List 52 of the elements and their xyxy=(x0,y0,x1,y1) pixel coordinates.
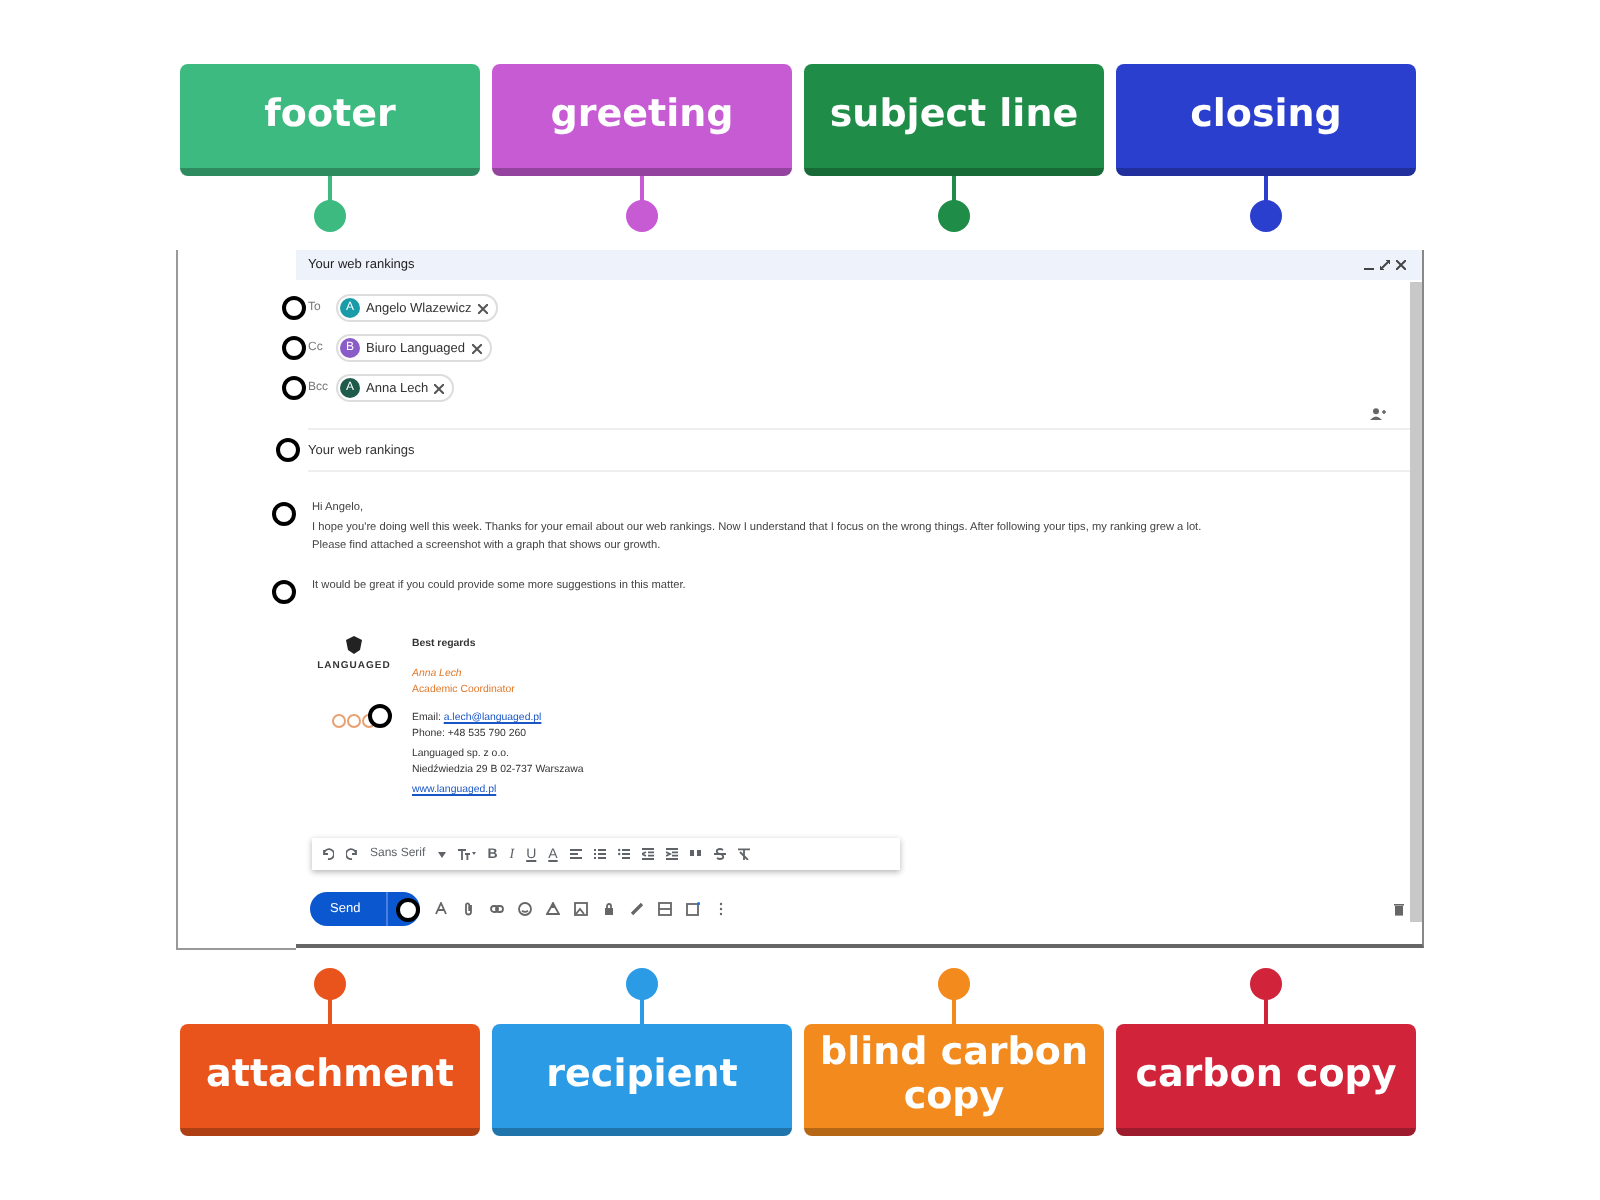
strikethrough-icon[interactable] xyxy=(713,848,726,860)
link-icon[interactable] xyxy=(490,902,505,916)
emoji-icon[interactable] xyxy=(518,902,533,916)
pin-icon xyxy=(310,176,350,234)
logo-icon xyxy=(344,636,364,654)
pin-icon xyxy=(1246,968,1286,1024)
remove-icon[interactable] xyxy=(434,383,445,393)
quote-icon[interactable] xyxy=(689,848,702,860)
close-icon[interactable] xyxy=(1396,260,1406,270)
caret-icon[interactable] xyxy=(437,851,446,857)
label-tile[interactable]: closing xyxy=(1116,64,1416,176)
pen-icon[interactable] xyxy=(630,902,645,916)
trash-icon[interactable] xyxy=(1392,902,1406,916)
remove-icon[interactable] xyxy=(477,303,488,313)
pin-icon xyxy=(934,968,974,1024)
drop-target-icon[interactable] xyxy=(272,502,296,526)
text-format-icon[interactable] xyxy=(434,902,449,916)
drive-icon[interactable] xyxy=(546,902,561,916)
pin-icon xyxy=(622,176,662,234)
indent-less-icon[interactable] xyxy=(641,848,654,860)
align-icon[interactable] xyxy=(569,848,582,860)
label-tile[interactable]: carbon copy xyxy=(1116,1024,1416,1136)
lock-icon[interactable] xyxy=(602,902,617,916)
pin-icon xyxy=(934,176,974,234)
layout-icon[interactable] xyxy=(658,902,673,916)
drop-target-icon[interactable] xyxy=(276,438,300,462)
image-icon[interactable] xyxy=(574,902,589,916)
numbered-list-icon[interactable] xyxy=(593,848,606,860)
social-icons[interactable] xyxy=(332,714,376,728)
scrollbar[interactable] xyxy=(1410,282,1422,922)
label-tile[interactable]: attachment xyxy=(180,1024,480,1136)
pin-icon xyxy=(1246,176,1286,234)
drop-target-icon[interactable] xyxy=(272,579,296,603)
add-contact-icon[interactable] xyxy=(1370,408,1386,420)
label-tile[interactable]: greeting xyxy=(492,64,792,176)
calendar-icon[interactable] xyxy=(686,902,701,916)
redo-icon[interactable] xyxy=(346,848,358,860)
indent-more-icon[interactable] xyxy=(665,848,678,860)
drop-target-icon[interactable] xyxy=(282,296,306,320)
remove-icon[interactable] xyxy=(471,343,482,353)
drop-target-icon[interactable] xyxy=(282,376,306,400)
drop-target-icon[interactable] xyxy=(282,336,306,360)
text-size-icon[interactable] xyxy=(457,848,476,860)
pin-icon xyxy=(622,968,662,1024)
clear-format-icon[interactable] xyxy=(737,848,750,860)
label-tile[interactable]: subject line xyxy=(804,64,1104,176)
bulleted-list-icon[interactable] xyxy=(617,848,630,860)
paperclip-icon[interactable] xyxy=(462,902,477,916)
pin-icon xyxy=(310,968,350,1024)
undo-icon[interactable] xyxy=(322,848,334,860)
drop-target-icon[interactable] xyxy=(368,704,392,728)
expand-icon[interactable] xyxy=(1380,260,1390,270)
